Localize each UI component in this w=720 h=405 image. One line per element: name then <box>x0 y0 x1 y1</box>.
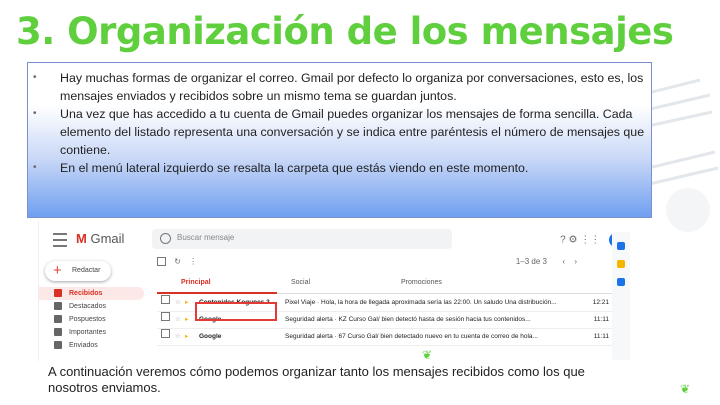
row-checkbox[interactable] <box>161 329 170 338</box>
important-icon <box>54 328 62 336</box>
plus-icon: + <box>53 262 62 279</box>
important-marker-icon[interactable]: ▸ <box>185 312 188 328</box>
star-icon <box>54 302 62 310</box>
help-icon[interactable]: ? <box>560 235 566 246</box>
refresh-icon[interactable]: ↻ <box>174 257 181 266</box>
caption-text: A continuación veremos cómo podemos orga… <box>48 364 585 395</box>
bullet-dot-icon: • <box>33 72 37 83</box>
next-icon[interactable]: › <box>574 257 577 266</box>
star-icon[interactable]: ☆ <box>175 312 181 328</box>
search-placeholder: Buscar mensaje <box>177 233 235 242</box>
tab-principal[interactable]: Principal <box>181 279 211 286</box>
row-checkbox[interactable] <box>161 295 170 304</box>
row-time: 11:11 <box>593 316 609 323</box>
mail-toolbar: ↻ ⋮ 1–3 de 3 ‹ › <box>157 257 617 273</box>
send-icon <box>54 341 62 349</box>
compose-label: Redactar <box>72 267 101 274</box>
bullet-item: • Una vez que has accedido a tu cuenta de… <box>28 105 647 159</box>
tasks-icon[interactable] <box>617 278 625 286</box>
star-icon[interactable]: ☆ <box>175 295 181 311</box>
bullet-dot-icon: • <box>33 162 37 173</box>
select-all-checkbox[interactable] <box>157 257 166 267</box>
more-icon[interactable]: ⋮ <box>189 257 197 266</box>
bullet-box: • Hay muchas formas de organizar el corre… <box>27 62 652 218</box>
row-sender: Google <box>199 333 222 340</box>
slide-title: 3. Organización de los mensajes <box>16 10 674 53</box>
row-time: 12:21 <box>592 299 609 306</box>
table-row[interactable]: ☆ ▸ Google Seguridad alerta · 67 Curso G… <box>157 329 617 346</box>
row-subject: Seguridad alerta · 67 Curso Gal/ bien de… <box>285 333 538 340</box>
row-subject: Pixel Viaje · Hola, la hora de llegada a… <box>285 299 557 306</box>
star-icon[interactable]: ☆ <box>175 329 181 345</box>
bullet-text: Hay muchas formas de organizar el correo… <box>60 71 644 103</box>
active-tab-indicator <box>157 292 277 294</box>
leaf-icon: ❦ <box>680 382 691 396</box>
bullet-list: • Hay muchas formas de organizar el corre… <box>28 63 651 177</box>
sidebar-item-sent[interactable]: Enviados <box>39 339 144 352</box>
sidebar-item-important[interactable]: Importantes <box>39 326 144 339</box>
gear-icon[interactable]: ⚙ <box>568 235 577 246</box>
highlight-box <box>195 302 277 321</box>
menu-icon[interactable] <box>53 233 67 247</box>
keep-icon[interactable] <box>617 260 625 268</box>
important-marker-icon[interactable]: ▸ <box>185 295 188 311</box>
bullet-text: Una vez que has accedido a tu cuenta de … <box>60 107 645 157</box>
sidebar-item-starred[interactable]: Destacados <box>39 300 144 313</box>
row-time: 11:11 <box>593 333 609 340</box>
bullet-text: En el menú lateral izquierdo se resalta … <box>60 161 529 175</box>
calendar-icon[interactable] <box>617 242 625 250</box>
tab-promotions[interactable]: Promociones <box>401 279 442 286</box>
inbox-icon <box>54 289 62 297</box>
gmail-header: M Gmail Buscar mensaje ? ⚙ ⋮⋮ <box>39 221 631 257</box>
leaf-icon: ❦ <box>422 348 433 362</box>
row-checkbox[interactable] <box>161 312 170 321</box>
row-subject: Seguridad alerta · KZ Curso Gal/ bien de… <box>285 316 531 323</box>
sidebar-item-snoozed[interactable]: Pospuestos <box>39 313 144 326</box>
bullet-dot-icon: • <box>33 108 37 119</box>
apps-icon[interactable]: ⋮⋮ <box>580 235 600 246</box>
gmail-logo: M Gmail <box>76 231 125 246</box>
side-panel <box>612 232 630 360</box>
clock-icon <box>54 315 62 323</box>
tab-social[interactable]: Social <box>291 279 310 286</box>
search-input[interactable]: Buscar mensaje <box>152 229 452 249</box>
search-icon <box>160 233 171 244</box>
mail-tabs: Principal Social Promociones <box>157 275 617 294</box>
bullet-item: • Hay muchas formas de organizar el corre… <box>28 69 647 105</box>
gmail-screenshot: M Gmail Buscar mensaje ? ⚙ ⋮⋮ + Redactar… <box>38 221 631 361</box>
bullet-item: • En el menú lateral izquierdo se resalta… <box>28 159 647 177</box>
important-marker-icon[interactable]: ▸ <box>185 329 188 345</box>
page-info: 1–3 de 3 <box>515 257 547 266</box>
sidebar-item-inbox[interactable]: Recibidos <box>39 287 144 300</box>
gmail-sidebar: Recibidos Destacados Pospuestos Importan… <box>39 287 144 352</box>
compose-button[interactable]: + Redactar <box>45 261 111 281</box>
prev-icon[interactable]: ‹ <box>562 257 565 266</box>
